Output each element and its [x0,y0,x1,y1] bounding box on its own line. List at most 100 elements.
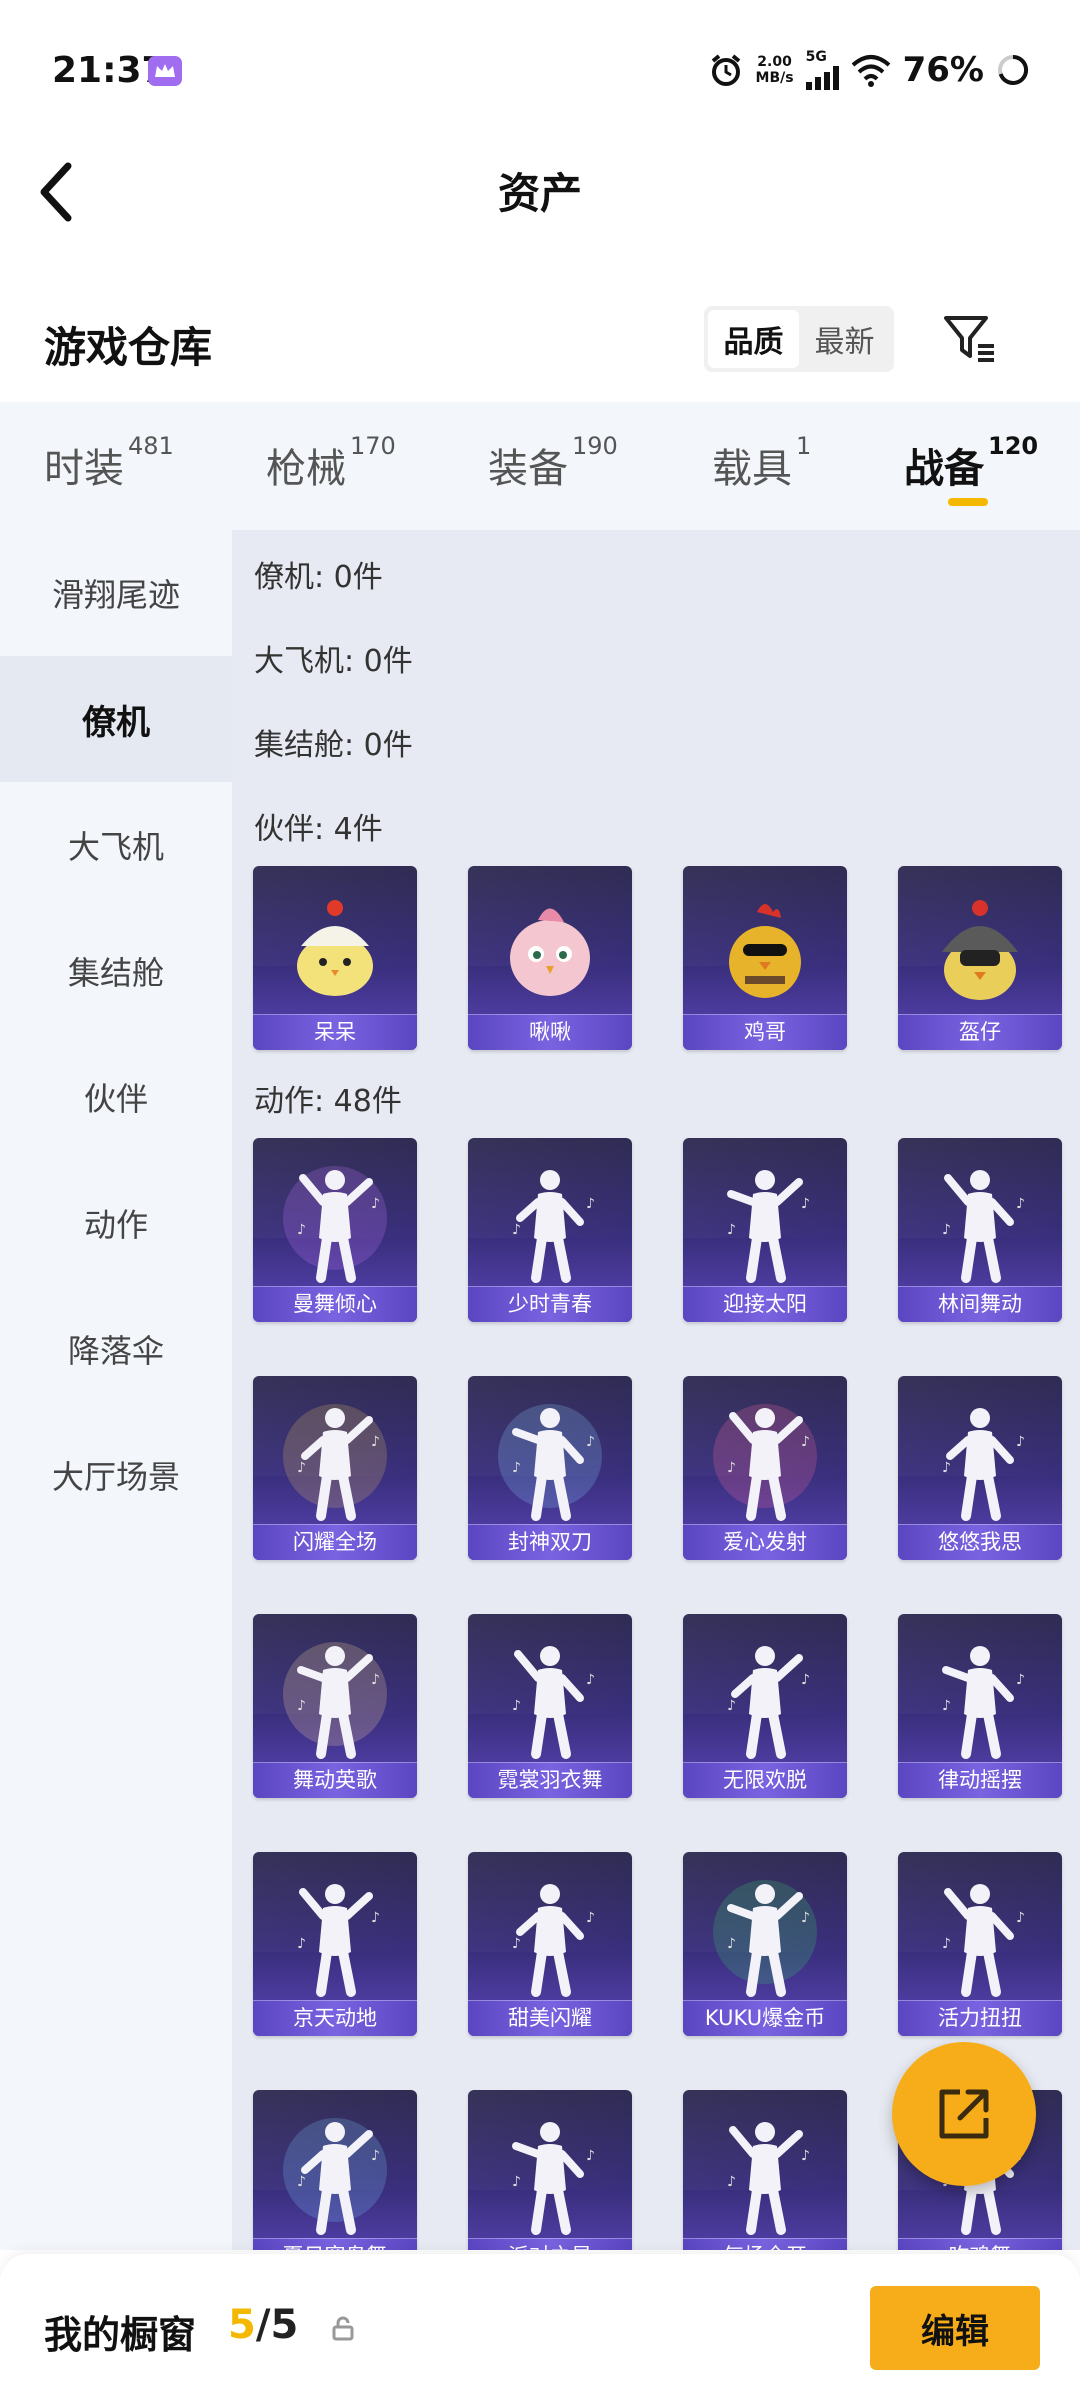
emote-card[interactable]: ♪ ♪ 迎接太阳 [683,1138,847,1322]
svg-text:♪: ♪ [512,1698,521,1714]
sidebar-item-emote[interactable]: 动作 [0,1160,232,1286]
filter-button[interactable] [940,308,1000,368]
share-fab-button[interactable] [892,2042,1036,2186]
emote-card[interactable]: ♪♪ 夏日窈袅舞 [253,2090,417,2250]
alarm-icon [711,54,740,86]
tab-guns[interactable]: 枪械 170 [266,432,396,494]
emote-name: 吃鸡舞 [898,2238,1062,2250]
dancer-silhouette-icon: ♪♪ [283,2118,387,2235]
dancer-silhouette-icon: ♪♪ [942,1884,1025,1997]
emote-card[interactable]: ♪ ♪ 京天动地 [253,1852,417,2036]
svg-text:♪: ♪ [727,2174,736,2190]
emote-name: 闪耀全场 [253,1524,417,1560]
emote-card[interactable]: ♪ ♪ 悠悠我思 [898,1376,1062,1560]
emote-card[interactable]: ♪ ♪ 律动摇摆 [898,1614,1062,1798]
emote-name: 京天动地 [253,2000,417,2036]
emote-card[interactable]: ♪ ♪ 闪耀全场 [253,1376,417,1560]
dancer-silhouette-icon: ♪♪ [727,2122,810,2235]
svg-text:♪: ♪ [512,2174,521,2190]
tab-combat-gear[interactable]: 战备 120 [904,432,1038,494]
dancer-silhouette-icon: ♪♪ [297,1884,380,1997]
svg-text:♪: ♪ [801,1672,810,1688]
dancer-silhouette-icon: ♪♪ [283,1166,387,1283]
sidebar-item-wingman[interactable]: 僚机 [0,656,232,782]
lock-icon [332,2316,354,2341]
partner-name: 啾啾 [468,1014,632,1050]
dancer-silhouette-icon: ♪♪ [713,1880,817,1997]
partner-name: 呆呆 [253,1014,417,1050]
svg-text:♪: ♪ [942,1698,951,1714]
dancer-silhouette-icon: ♪♪ [283,1404,387,1521]
tab-equipment[interactable]: 装备 190 [488,432,618,494]
dancer-silhouette-icon: ♪♪ [512,1646,595,1759]
emote-card[interactable]: ♪♪气场全开 [683,2090,847,2250]
partner-card[interactable]: 盔仔 [898,866,1062,1050]
svg-text:♪: ♪ [586,1672,595,1688]
svg-text:♪: ♪ [512,1936,521,1952]
svg-text:♪: ♪ [371,1910,380,1926]
emote-name: 律动摇摆 [898,1762,1062,1798]
svg-text:♪: ♪ [512,1460,521,1476]
tab-vehicles[interactable]: 载具 1 [712,432,811,494]
emote-card[interactable]: ♪ ♪ 曼舞倾心 [253,1138,417,1322]
emote-card[interactable]: ♪ ♪ 无限欢脱 [683,1614,847,1798]
emote-name: 甜美闪耀 [468,2000,632,2036]
dancer-silhouette-icon: ♪♪ [512,2122,595,2235]
sidebar: 滑翔尾迹 僚机 大飞机 集结舱 伙伴 动作 降落伞 大厅场景 [0,530,232,2250]
partner-card[interactable]: 鸡哥 [683,866,847,1050]
emote-name: 派对之星 [468,2238,632,2250]
emote-card[interactable]: ♪ ♪ 爱心发射 [683,1376,847,1560]
emote-card[interactable]: ♪ ♪ 封神双刀 [468,1376,632,1560]
sidebar-item-parachute[interactable]: 降落伞 [0,1286,232,1412]
section-header: 游戏仓库 品质 最新 [0,290,1080,400]
helmet-chick-icon [942,900,1018,1000]
sidebar-item-lobby-scene[interactable]: 大厅场景 [0,1412,232,1538]
svg-text:♪: ♪ [1016,1434,1025,1450]
category-tabs: 时装 481 枪械 170 装备 190 载具 1 战备 120 [0,402,1080,530]
emote-name: 无限欢脱 [683,1762,847,1798]
partner-card[interactable]: 呆呆 [253,866,417,1050]
emote-name: 林间舞动 [898,1286,1062,1322]
svg-text:♪: ♪ [586,1196,595,1212]
emote-card[interactable]: ♪ ♪ 舞动英歌 [253,1614,417,1798]
emote-name: 舞动英歌 [253,1762,417,1798]
svg-text:♪: ♪ [801,1910,810,1926]
network-speed: 2.00 MB/s [755,54,794,86]
showcase-label: 我的橱窗 [44,2313,197,2357]
signal-icon [805,64,839,90]
emote-name: 霓裳羽衣舞 [468,1762,632,1798]
svg-text:♪: ♪ [371,1672,380,1688]
emote-card[interactable]: ♪ ♪ 活力扭扭 [898,1852,1062,2036]
emote-card[interactable]: ♪ ♪ 林间舞动 [898,1138,1062,1322]
external-link-icon [939,2089,989,2139]
dancer-silhouette-icon: ♪♪ [942,1170,1025,1283]
emote-name: 夏日窈袅舞 [253,2238,417,2250]
emote-card[interactable]: ♪ ♪ 甜美闪耀 [468,1852,632,2036]
sidebar-item-glide-trail[interactable]: 滑翔尾迹 [0,530,232,656]
emote-card[interactable]: ♪ ♪ KUKU爆金币 [683,1852,847,2036]
svg-text:♪: ♪ [801,1434,810,1450]
sidebar-item-capsule[interactable]: 集结舱 [0,908,232,1034]
item-list: 僚机: 0件 大飞机: 0件 集结舱: 0件 伙伴: 4件 呆呆 啾啾 鸡哥 盔… [232,530,1080,2250]
dancer-silhouette-icon: ♪♪ [512,1170,595,1283]
emote-card[interactable]: ♪♪ 派对之星 [468,2090,632,2250]
svg-text:♪: ♪ [297,2174,306,2190]
sort-newest-button[interactable]: 最新 [799,310,890,368]
sidebar-item-partner[interactable]: 伙伴 [0,1034,232,1160]
chick-icon [297,900,373,996]
partner-card[interactable]: 啾啾 [468,866,632,1050]
svg-text:♪: ♪ [1016,1910,1025,1926]
group-label-plane: 大飞机: 0件 [254,644,413,679]
dancer-silhouette-icon: ♪♪ [942,1408,1025,1521]
emote-card[interactable]: ♪ ♪ 霓裳羽衣舞 [468,1614,632,1798]
emote-name: 曼舞倾心 [253,1286,417,1322]
tab-fashion[interactable]: 时装 481 [44,432,174,494]
emote-card[interactable]: ♪ ♪ 少时青春 [468,1138,632,1322]
svg-text:♪: ♪ [727,1698,736,1714]
edit-button[interactable]: 编辑 [870,2286,1040,2370]
svg-text:♪: ♪ [942,1222,951,1238]
sort-quality-button[interactable]: 品质 [708,310,799,368]
sidebar-item-plane[interactable]: 大飞机 [0,782,232,908]
header: 资产 [0,140,1080,250]
wifi-icon [851,55,890,87]
